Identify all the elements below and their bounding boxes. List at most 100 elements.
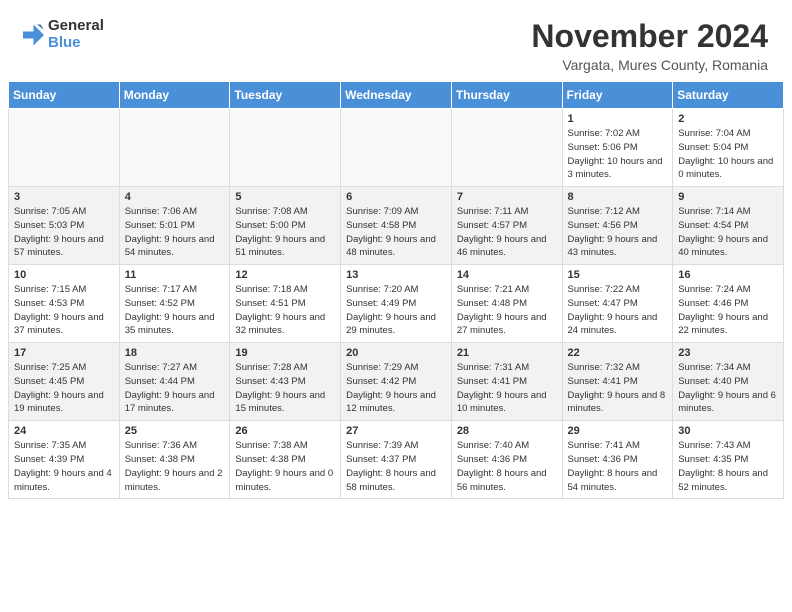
day-info: Sunrise: 7:29 AM Sunset: 4:42 PM Dayligh… — [346, 361, 446, 416]
title-block: November 2024 Vargata, Mures County, Rom… — [531, 18, 768, 73]
calendar-day: 13 Sunrise: 7:20 AM Sunset: 4:49 PM Dayli… — [341, 265, 452, 343]
calendar-day: 28 Sunrise: 7:40 AM Sunset: 4:36 PM Dayli… — [451, 421, 562, 499]
day-number: 20 — [346, 347, 446, 359]
day-info: Sunrise: 7:22 AM Sunset: 4:47 PM Dayligh… — [568, 283, 668, 338]
day-number: 18 — [125, 347, 225, 359]
day-number: 30 — [678, 425, 778, 437]
calendar-day: 15 Sunrise: 7:22 AM Sunset: 4:47 PM Dayli… — [562, 265, 673, 343]
calendar-day — [119, 109, 230, 187]
calendar-day: 8 Sunrise: 7:12 AM Sunset: 4:56 PM Daylig… — [562, 187, 673, 265]
day-info: Sunrise: 7:17 AM Sunset: 4:52 PM Dayligh… — [125, 283, 225, 338]
weekday-header-sunday: Sunday — [9, 82, 120, 109]
day-info: Sunrise: 7:09 AM Sunset: 4:58 PM Dayligh… — [346, 205, 446, 260]
day-info: Sunrise: 7:35 AM Sunset: 4:39 PM Dayligh… — [14, 439, 114, 494]
day-number: 29 — [568, 425, 668, 437]
day-number: 17 — [14, 347, 114, 359]
day-number: 14 — [457, 269, 557, 281]
calendar-table: SundayMondayTuesdayWednesdayThursdayFrid… — [8, 81, 784, 499]
calendar-day: 4 Sunrise: 7:06 AM Sunset: 5:01 PM Daylig… — [119, 187, 230, 265]
day-number: 12 — [235, 269, 335, 281]
weekday-header-row: SundayMondayTuesdayWednesdayThursdayFrid… — [9, 82, 784, 109]
day-info: Sunrise: 7:31 AM Sunset: 4:41 PM Dayligh… — [457, 361, 557, 416]
calendar-container: SundayMondayTuesdayWednesdayThursdayFrid… — [0, 81, 792, 507]
day-number: 22 — [568, 347, 668, 359]
calendar-week-5: 24 Sunrise: 7:35 AM Sunset: 4:39 PM Dayli… — [9, 421, 784, 499]
month-title: November 2024 — [531, 18, 768, 55]
calendar-day: 30 Sunrise: 7:43 AM Sunset: 4:35 PM Dayli… — [673, 421, 784, 499]
day-info: Sunrise: 7:43 AM Sunset: 4:35 PM Dayligh… — [678, 439, 778, 494]
calendar-day — [230, 109, 341, 187]
day-info: Sunrise: 7:15 AM Sunset: 4:53 PM Dayligh… — [14, 283, 114, 338]
calendar-day — [9, 109, 120, 187]
calendar-day: 9Sunrise: 7:14 AM Sunset: 4:54 PM Daylig… — [673, 187, 784, 265]
calendar-day: 17Sunrise: 7:25 AM Sunset: 4:45 PM Dayli… — [9, 343, 120, 421]
day-info: Sunrise: 7:18 AM Sunset: 4:51 PM Dayligh… — [235, 283, 335, 338]
day-number: 24 — [14, 425, 114, 437]
day-info: Sunrise: 7:36 AM Sunset: 4:38 PM Dayligh… — [125, 439, 225, 494]
logo-icon — [16, 21, 44, 49]
day-number: 28 — [457, 425, 557, 437]
calendar-day — [341, 109, 452, 187]
day-number: 8 — [568, 191, 668, 203]
calendar-day: 27Sunrise: 7:39 AM Sunset: 4:37 PM Dayli… — [341, 421, 452, 499]
day-info: Sunrise: 7:12 AM Sunset: 4:56 PM Dayligh… — [568, 205, 668, 260]
calendar-day: 3 Sunrise: 7:05 AM Sunset: 5:03 PM Daylig… — [9, 187, 120, 265]
day-number: 21 — [457, 347, 557, 359]
calendar-week-1: 1 Sunrise: 7:02 AM Sunset: 5:06 PM Daylig… — [9, 109, 784, 187]
calendar-week-4: 17Sunrise: 7:25 AM Sunset: 4:45 PM Dayli… — [9, 343, 784, 421]
day-number: 10 — [14, 269, 114, 281]
day-number: 16 — [678, 269, 778, 281]
location-text: Vargata, Mures County, Romania — [531, 57, 768, 73]
calendar-day: 19Sunrise: 7:28 AM Sunset: 4:43 PM Dayli… — [230, 343, 341, 421]
day-info: Sunrise: 7:05 AM Sunset: 5:03 PM Dayligh… — [14, 205, 114, 260]
day-number: 7 — [457, 191, 557, 203]
day-info: Sunrise: 7:02 AM Sunset: 5:06 PM Dayligh… — [568, 127, 668, 182]
day-info: Sunrise: 7:41 AM Sunset: 4:36 PM Dayligh… — [568, 439, 668, 494]
calendar-week-2: 3 Sunrise: 7:05 AM Sunset: 5:03 PM Daylig… — [9, 187, 784, 265]
day-number: 2 — [678, 113, 778, 125]
calendar-day: 6 Sunrise: 7:09 AM Sunset: 4:58 PM Daylig… — [341, 187, 452, 265]
calendar-day: 22 Sunrise: 7:32 AM Sunset: 4:41 PM Dayli… — [562, 343, 673, 421]
calendar-day: 26 Sunrise: 7:38 AM Sunset: 4:38 PM Dayli… — [230, 421, 341, 499]
day-number: 5 — [235, 191, 335, 203]
day-info: Sunrise: 7:38 AM Sunset: 4:38 PM Dayligh… — [235, 439, 335, 494]
weekday-header-monday: Monday — [119, 82, 230, 109]
calendar-day — [451, 109, 562, 187]
calendar-day: 11 Sunrise: 7:17 AM Sunset: 4:52 PM Dayli… — [119, 265, 230, 343]
calendar-day: 12 Sunrise: 7:18 AM Sunset: 4:51 PM Dayli… — [230, 265, 341, 343]
day-number: 26 — [235, 425, 335, 437]
calendar-day: 1 Sunrise: 7:02 AM Sunset: 5:06 PM Daylig… — [562, 109, 673, 187]
day-number: 3 — [14, 191, 114, 203]
calendar-day: 18Sunrise: 7:27 AM Sunset: 4:44 PM Dayli… — [119, 343, 230, 421]
day-info: Sunrise: 7:06 AM Sunset: 5:01 PM Dayligh… — [125, 205, 225, 260]
day-number: 15 — [568, 269, 668, 281]
day-number: 1 — [568, 113, 668, 125]
calendar-day: 21 Sunrise: 7:31 AM Sunset: 4:41 PM Dayli… — [451, 343, 562, 421]
day-info: Sunrise: 7:40 AM Sunset: 4:36 PM Dayligh… — [457, 439, 557, 494]
calendar-day: 25Sunrise: 7:36 AM Sunset: 4:38 PM Dayli… — [119, 421, 230, 499]
day-info: Sunrise: 7:39 AM Sunset: 4:37 PM Dayligh… — [346, 439, 446, 494]
day-info: Sunrise: 7:20 AM Sunset: 4:49 PM Dayligh… — [346, 283, 446, 338]
day-number: 11 — [125, 269, 225, 281]
day-number: 6 — [346, 191, 446, 203]
calendar-header: SundayMondayTuesdayWednesdayThursdayFrid… — [9, 82, 784, 109]
day-info: Sunrise: 7:21 AM Sunset: 4:48 PM Dayligh… — [457, 283, 557, 338]
weekday-header-friday: Friday — [562, 82, 673, 109]
day-number: 9 — [678, 191, 778, 203]
day-info: Sunrise: 7:04 AM Sunset: 5:04 PM Dayligh… — [678, 127, 778, 182]
calendar-day: 2 Sunrise: 7:04 AM Sunset: 5:04 PM Daylig… — [673, 109, 784, 187]
calendar-week-3: 10 Sunrise: 7:15 AM Sunset: 4:53 PM Dayli… — [9, 265, 784, 343]
weekday-header-thursday: Thursday — [451, 82, 562, 109]
day-info: Sunrise: 7:11 AM Sunset: 4:57 PM Dayligh… — [457, 205, 557, 260]
day-info: Sunrise: 7:34 AM Sunset: 4:40 PM Dayligh… — [678, 361, 778, 416]
day-number: 13 — [346, 269, 446, 281]
page-header: General Blue November 2024 Vargata, Mure… — [0, 0, 792, 81]
day-info: Sunrise: 7:28 AM Sunset: 4:43 PM Dayligh… — [235, 361, 335, 416]
day-number: 23 — [678, 347, 778, 359]
logo-general-text: General — [48, 18, 104, 35]
day-info: Sunrise: 7:08 AM Sunset: 5:00 PM Dayligh… — [235, 205, 335, 260]
day-number: 4 — [125, 191, 225, 203]
calendar-day: 5 Sunrise: 7:08 AM Sunset: 5:00 PM Daylig… — [230, 187, 341, 265]
calendar-day: 20 Sunrise: 7:29 AM Sunset: 4:42 PM Dayli… — [341, 343, 452, 421]
day-info: Sunrise: 7:32 AM Sunset: 4:41 PM Dayligh… — [568, 361, 668, 416]
